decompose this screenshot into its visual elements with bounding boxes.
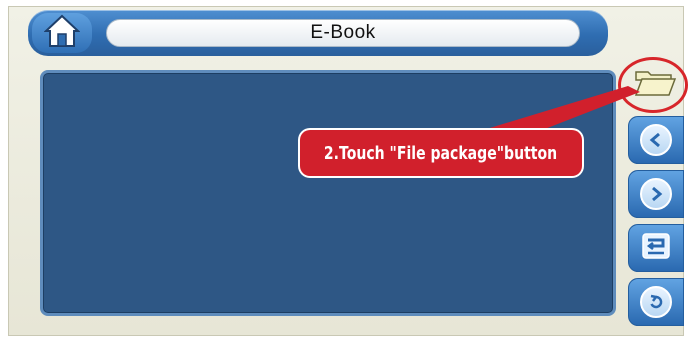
instruction-text: 2.Touch "File package"button [324, 142, 558, 164]
instruction-callout: 2.Touch "File package"button [300, 130, 582, 176]
